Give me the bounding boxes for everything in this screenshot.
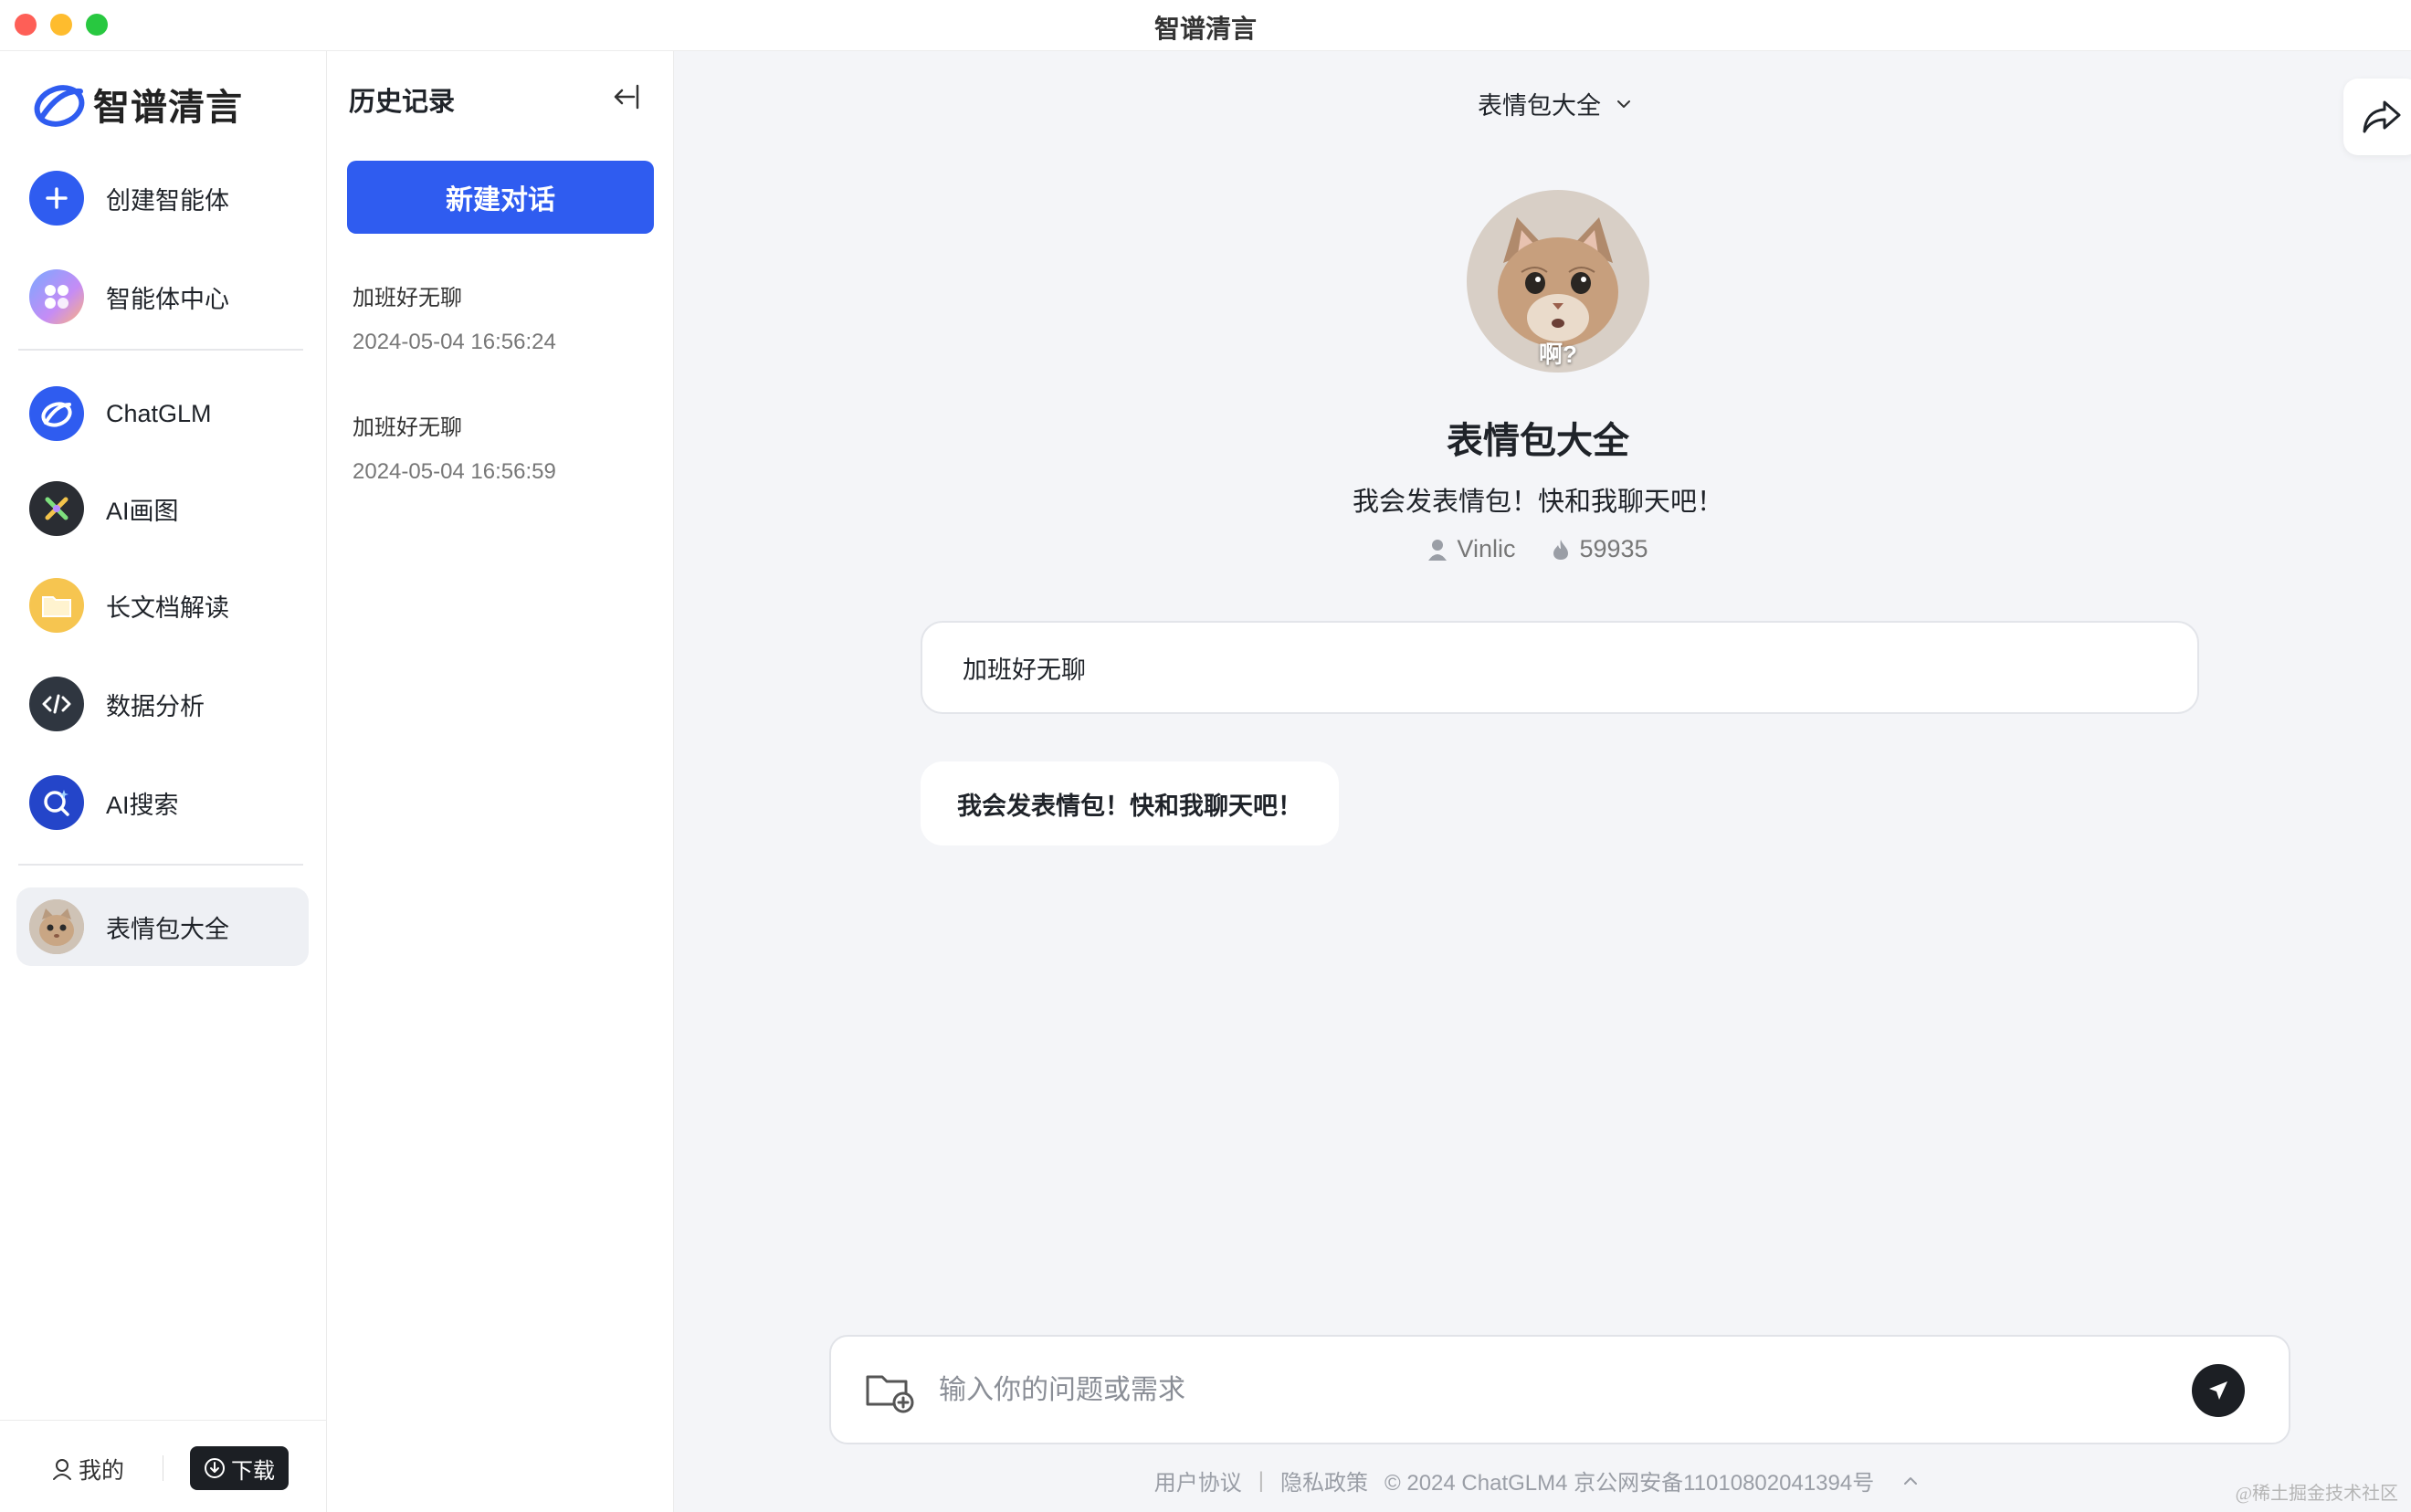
nav-item-meme-bot[interactable]: 表情包大全 xyxy=(16,887,309,966)
privacy-link[interactable]: 隐私政策 xyxy=(1280,1465,1368,1496)
share-button[interactable] xyxy=(2343,79,2411,155)
bot-name: 表情包大全 xyxy=(1447,421,1629,461)
nav-item-label: ChatGLM xyxy=(106,399,212,427)
download-label: 下载 xyxy=(231,1458,275,1484)
nav-item-label: AI画图 xyxy=(106,497,179,525)
nav-item-label: 数据分析 xyxy=(106,692,205,720)
history-item[interactable]: 加班好无聊 2024-05-04 16:56:24 xyxy=(353,279,654,355)
terms-link[interactable]: 用户协议 xyxy=(1154,1465,1242,1496)
bot-heat-count: 59935 xyxy=(1579,535,1648,562)
nav-item-label: 长文档解读 xyxy=(106,593,229,622)
history-item[interactable]: 加班好无聊 2024-05-04 16:56:59 xyxy=(353,409,654,485)
nav-item-data-analysis[interactable]: 数据分析 xyxy=(16,665,309,743)
folder-icon xyxy=(29,578,84,633)
chat-input-box xyxy=(829,1335,2290,1444)
nav-item-chatglm[interactable]: ChatGLM xyxy=(16,374,309,453)
history-title: 历史记录 xyxy=(349,88,456,117)
plus-icon xyxy=(29,171,84,226)
app-logo[interactable]: 智谱清言 xyxy=(33,79,243,130)
chatglm-logo-icon xyxy=(29,386,84,441)
chat-area: 表情包大全 啊? 表情包大全 我会发表情包！快和我聊天吧！ Vinlic 599… xyxy=(674,51,2411,1512)
chat-input[interactable] xyxy=(937,1364,2128,1417)
nav-item-label: 表情包大全 xyxy=(106,915,229,943)
chevron-down-icon xyxy=(1617,100,1630,108)
code-icon xyxy=(29,677,84,731)
history-item-title: 加班好无聊 xyxy=(353,286,462,310)
nav-item-label: 创建智能体 xyxy=(106,186,229,215)
download-button[interactable]: 下载 xyxy=(190,1446,289,1490)
ai-drawing-icon xyxy=(29,481,84,536)
download-icon xyxy=(205,1458,225,1478)
my-account-label: 我的 xyxy=(79,1458,125,1484)
copyright-text: © 2024 ChatGLM4 京公网安备11010802041394号 xyxy=(1384,1471,1875,1496)
nav-item-label: AI搜索 xyxy=(106,791,179,819)
my-account-button[interactable]: 我的 xyxy=(51,1450,124,1488)
nav-divider xyxy=(18,864,303,866)
history-item-time: 2024-05-04 16:56:59 xyxy=(353,459,556,484)
collapse-left-icon xyxy=(614,84,639,110)
collapse-panel-button[interactable] xyxy=(606,77,647,117)
chevron-up-icon[interactable] xyxy=(1900,1472,1921,1490)
nav-item-long-doc[interactable]: 长文档解读 xyxy=(16,566,309,645)
logo-text: 智谱清言 xyxy=(93,88,243,128)
grid-dots-icon xyxy=(29,269,84,324)
nav-item-agent-center[interactable]: 智能体中心 xyxy=(16,257,309,336)
bot-author-name: Vinlic xyxy=(1457,535,1516,562)
window-titlebar: 智谱清言 xyxy=(0,0,2411,51)
send-button[interactable] xyxy=(2192,1364,2245,1417)
bot-selector-dropdown[interactable]: 表情包大全 xyxy=(1478,86,1634,121)
zhipu-logo-icon xyxy=(34,85,85,127)
new-chat-button[interactable]: 新建对话 xyxy=(347,161,654,234)
corner-watermark: @稀土掘金技术社区 xyxy=(2235,1484,2398,1504)
nav-divider xyxy=(18,349,303,351)
bot-description: 我会发表情包！快和我聊天吧！ xyxy=(1352,488,1723,517)
nav-item-ai-drawing[interactable]: AI画图 xyxy=(16,469,309,548)
user-icon xyxy=(1428,539,1448,561)
left-sidebar: 智谱清言 创建智能体 智能体中心 ChatGLM AI画图 长文档解读 数据分析… xyxy=(0,51,327,1512)
nav-item-ai-search[interactable]: AI搜索 xyxy=(16,763,309,842)
bot-avatar: 啊? xyxy=(1467,190,1649,373)
history-item-title: 加班好无聊 xyxy=(353,415,462,440)
bot-meta: Vinlic 59935 xyxy=(674,535,2402,563)
bot-author: Vinlic xyxy=(1427,535,1515,563)
cat-avatar xyxy=(29,899,84,954)
bot-heat: 59935 xyxy=(1552,535,1648,563)
window-title: 智谱清言 xyxy=(1153,15,1257,43)
sidebar-footer: 我的 下载 xyxy=(0,1420,327,1512)
folder-add-icon xyxy=(866,1375,914,1413)
bot-selector-label: 表情包大全 xyxy=(1478,92,1601,120)
history-panel: 历史记录 新建对话 加班好无聊 2024-05-04 16:56:24 加班好无… xyxy=(327,51,674,1512)
share-icon xyxy=(2363,100,2401,133)
page-footer: 用户协议 | 隐私政策 © 2024 ChatGLM4 京公网安备1101080… xyxy=(674,1465,2402,1496)
history-item-time: 2024-05-04 16:56:24 xyxy=(353,330,556,354)
nav-item-label: 智能体中心 xyxy=(106,285,229,313)
send-icon xyxy=(2209,1381,2227,1400)
user-message: 加班好无聊 xyxy=(921,621,2199,714)
attach-file-button[interactable] xyxy=(864,1368,915,1413)
flame-icon xyxy=(1553,539,1569,560)
search-sparkle-icon xyxy=(29,775,84,830)
user-icon xyxy=(53,1459,71,1480)
nav-item-create-agent[interactable]: 创建智能体 xyxy=(16,159,309,237)
assistant-message: 我会发表情包！快和我聊天吧！ xyxy=(921,761,1339,845)
bot-avatar-caption: 啊? xyxy=(1539,341,1577,368)
